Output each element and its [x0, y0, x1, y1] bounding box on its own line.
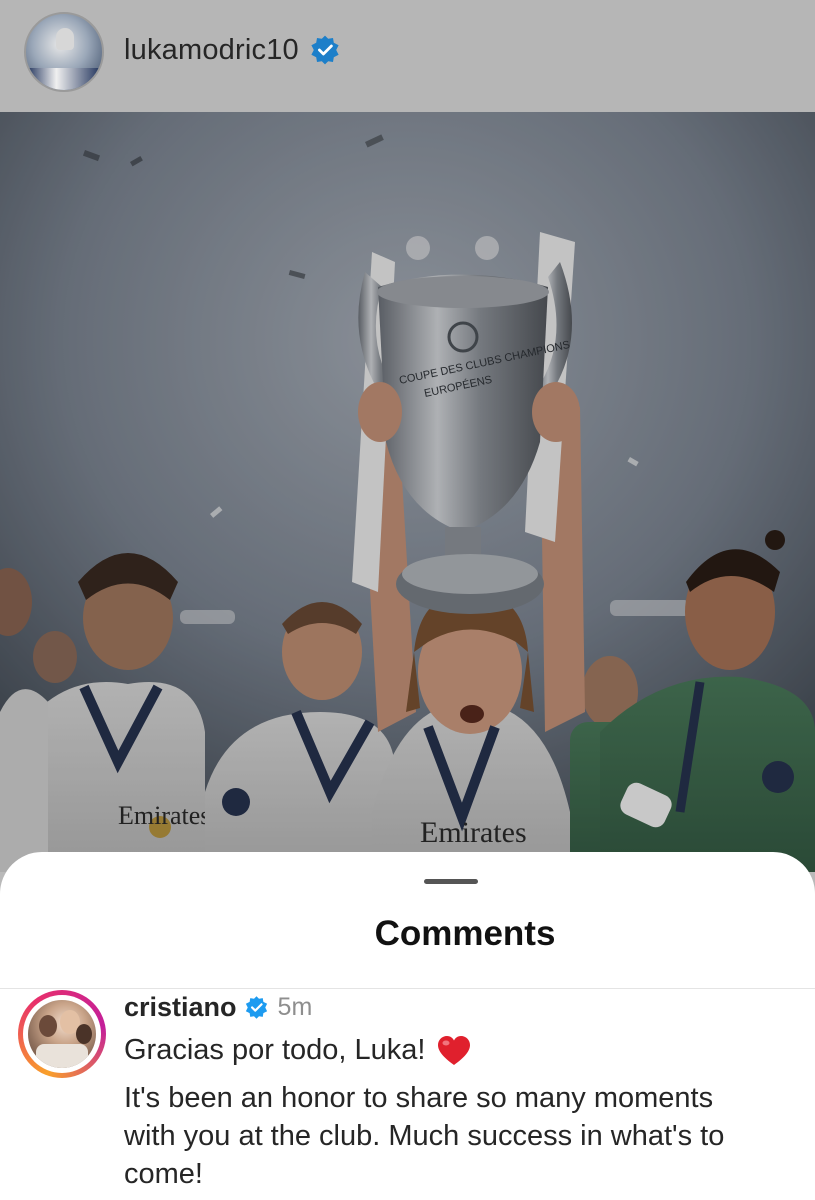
- comment-username[interactable]: cristiano: [124, 992, 237, 1023]
- sheet-divider: [0, 988, 815, 989]
- verified-badge-icon: [311, 35, 339, 65]
- commenter-avatar[interactable]: [18, 990, 106, 1078]
- comment-header: cristiano 5m: [124, 991, 312, 1023]
- post-photo[interactable]: Emirates Emirates COUPE DES CLUBS CHAMPI…: [0, 112, 815, 872]
- comments-sheet: Comments cristiano 5m Gracias por todo, …: [0, 852, 815, 1200]
- post-header: lukamodric10: [0, 0, 815, 112]
- commenter-photo-shapes: [36, 1010, 92, 1068]
- comments-title: Comments: [374, 914, 556, 953]
- comment-body: It's been an honor to share so many mome…: [124, 1082, 725, 1190]
- profile-avatar[interactable]: [24, 12, 104, 92]
- avatar-stripe: [26, 68, 102, 90]
- post-photo-illustration: Emirates Emirates COUPE DES CLUBS CHAMPI…: [0, 112, 815, 872]
- post-username[interactable]: lukamodric10: [124, 34, 299, 67]
- comment-greeting-text: Gracias por todo, Luka!: [124, 1034, 426, 1066]
- avatar-trophy-shape: [56, 28, 74, 50]
- red-heart-icon: [438, 1035, 471, 1065]
- commenter-photo: [28, 1000, 96, 1068]
- username-row: lukamodric10: [124, 30, 341, 70]
- sheet-grab-handle[interactable]: [424, 879, 478, 884]
- verified-badge-icon: [245, 995, 267, 1019]
- comment-first-line: Gracias por todo, Luka!: [124, 1034, 471, 1067]
- comment-timestamp: 5m: [277, 992, 313, 1021]
